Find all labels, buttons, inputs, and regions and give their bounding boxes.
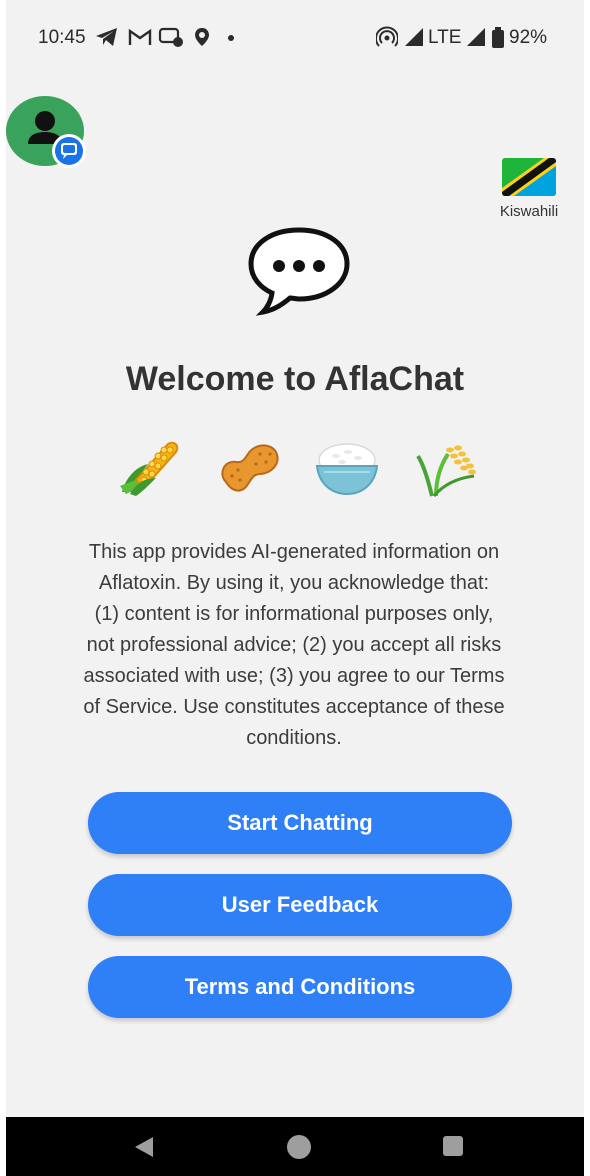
network-label: LTE [428,27,462,48]
navigation-bar [6,1117,584,1176]
signal-icon-2 [467,28,485,46]
recents-square-icon[interactable] [442,1135,464,1157]
rice-plant-icon [416,445,476,497]
signal-icon [405,28,423,46]
status-bar: 10:45 LTE 92% [6,18,584,58]
language-label: Kiswahili [499,203,559,220]
page-title: Welcome to AflaChat [125,360,465,398]
hotspot-icon [376,26,398,47]
screen: 10:45 LTE 92% Kiswahili Welcome to AflaC… [0,0,590,1176]
peanut-icon [221,444,279,492]
battery-icon [492,27,504,48]
telegram-icon [96,28,117,46]
disclaimer-line: Aflatoxin. By using it, you acknowledge … [98,572,490,594]
speech-bubble-icon [248,227,350,316]
disclaimer-line: of Service. Use constitutes acceptance o… [83,696,505,718]
disclaimer-line: (1) content is for informational purpose… [94,603,494,625]
tanzania-flag-icon [502,158,556,196]
corn-icon [120,441,179,496]
start-chatting-button[interactable]: Start Chatting [88,792,512,854]
disclaimer-text: This app provides AI-generated informati… [46,537,542,754]
dot-icon [228,35,234,41]
terms-and-conditions-button[interactable]: Terms and Conditions [88,956,512,1018]
user-feedback-button[interactable]: User Feedback [88,874,512,936]
location-icon [195,28,209,46]
chat-icon [158,27,183,47]
language-selector[interactable]: Kiswahili [486,156,576,222]
back-triangle-icon[interactable] [132,1135,156,1159]
gmail-icon [128,28,152,45]
app-content: 10:45 LTE 92% Kiswahili Welcome to AflaC… [6,0,584,1117]
message-badge-icon [55,137,83,165]
disclaimer-line: conditions. [246,727,342,749]
home-circle-icon[interactable] [286,1135,312,1161]
disclaimer-line: associated with use; (3) you agree to ou… [83,665,505,687]
status-time: 10:45 [38,27,86,48]
disclaimer-line: This app provides AI-generated informati… [88,541,500,563]
message-badge [52,134,86,168]
disclaimer-line: not professional advice; (2) you accept … [86,634,502,656]
battery-percent: 92% [509,27,548,48]
rice-bowl-icon [315,443,379,496]
